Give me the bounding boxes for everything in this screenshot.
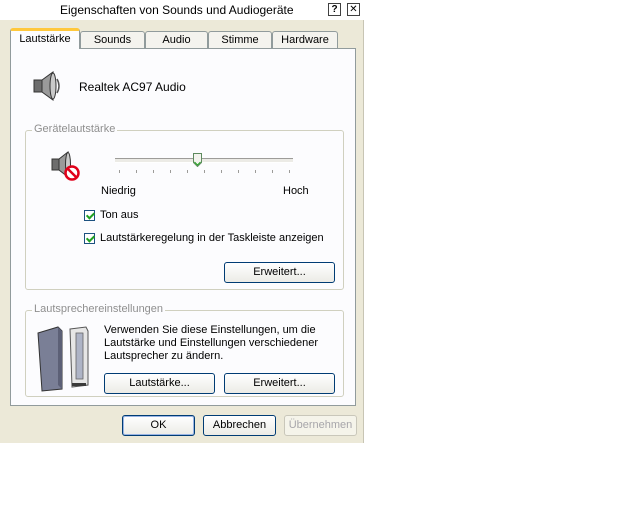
speaker-muted-icon bbox=[50, 150, 84, 186]
apply-button[interactable]: Übernehmen bbox=[284, 415, 357, 436]
sound-properties-dialog: Eigenschaften von Sounds und Audiogeräte… bbox=[0, 0, 364, 443]
tab-sounds[interactable]: Sounds bbox=[80, 31, 145, 48]
slider-min-label: Niedrig bbox=[101, 185, 136, 197]
tab-audio[interactable]: Audio bbox=[145, 31, 208, 48]
slider-tick bbox=[238, 170, 239, 173]
slider-thumb[interactable] bbox=[193, 153, 202, 168]
speaker-settings-group-label: Lautsprechereinstellungen bbox=[32, 303, 166, 315]
slider-tick bbox=[136, 170, 137, 173]
tab-stimme[interactable]: Stimme bbox=[208, 31, 272, 48]
help-button[interactable]: ? bbox=[328, 3, 341, 16]
device-name: Realtek AC97 Audio bbox=[79, 80, 186, 94]
slider-tick bbox=[221, 170, 222, 173]
tab-hardware[interactable]: Hardware bbox=[272, 31, 338, 48]
device-volume-group: Gerätelautstärke Niedrig Hoch Ton aus La… bbox=[25, 123, 344, 290]
speaker-description-line-3: Lautsprecher zu ändern. bbox=[104, 350, 224, 362]
speakers-icon bbox=[36, 325, 96, 396]
title-bar[interactable]: Eigenschaften von Sounds und Audiogeräte… bbox=[0, 0, 364, 20]
speaker-icon bbox=[31, 70, 65, 105]
ok-button[interactable]: OK bbox=[122, 415, 195, 436]
slider-tick bbox=[187, 170, 188, 173]
mute-label: Ton aus bbox=[100, 209, 139, 221]
slider-tick bbox=[119, 170, 120, 173]
taskbar-volume-checkbox[interactable] bbox=[84, 233, 95, 244]
speaker-advanced-button[interactable]: Erweitert... bbox=[224, 373, 335, 394]
mute-checkbox[interactable] bbox=[84, 210, 95, 221]
slider-tick bbox=[153, 170, 154, 173]
slider-track bbox=[115, 158, 293, 163]
window-title: Eigenschaften von Sounds und Audiogeräte bbox=[60, 3, 294, 17]
speaker-description-line-1: Verwenden Sie diese Einstellungen, um di… bbox=[104, 324, 316, 336]
device-advanced-button[interactable]: Erweitert... bbox=[224, 262, 335, 283]
slider-tick bbox=[255, 170, 256, 173]
tab-lautstaerke[interactable]: Lautstärke bbox=[10, 28, 80, 49]
close-button[interactable]: ✕ bbox=[347, 3, 360, 16]
slider-tick bbox=[289, 170, 290, 173]
speaker-description-line-2: Lautstärke und Einstellungen verschieden… bbox=[104, 337, 319, 349]
slider-tick bbox=[170, 170, 171, 173]
slider-tick bbox=[204, 170, 205, 173]
volume-tab-panel: Realtek AC97 Audio Gerätelautstärke Nied… bbox=[10, 48, 356, 406]
device-volume-group-label: Gerätelautstärke bbox=[32, 123, 118, 135]
slider-tick bbox=[272, 170, 273, 173]
volume-slider[interactable] bbox=[115, 153, 295, 177]
slider-max-label: Hoch bbox=[283, 185, 309, 197]
speaker-settings-group: Lautsprechereinstellungen Verwenden Sie … bbox=[25, 303, 344, 397]
cancel-button[interactable]: Abbrechen bbox=[203, 415, 276, 436]
taskbar-volume-label: Lautstärkeregelung in der Taskleiste anz… bbox=[100, 232, 324, 244]
speaker-volume-button[interactable]: Lautstärke... bbox=[104, 373, 215, 394]
